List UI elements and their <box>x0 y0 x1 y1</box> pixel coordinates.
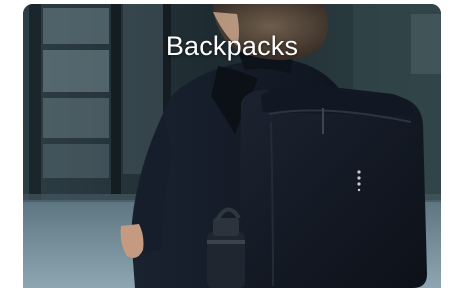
category-card-backpacks[interactable]: Backpacks <box>23 4 441 288</box>
card-title: Backpacks <box>165 31 299 61</box>
